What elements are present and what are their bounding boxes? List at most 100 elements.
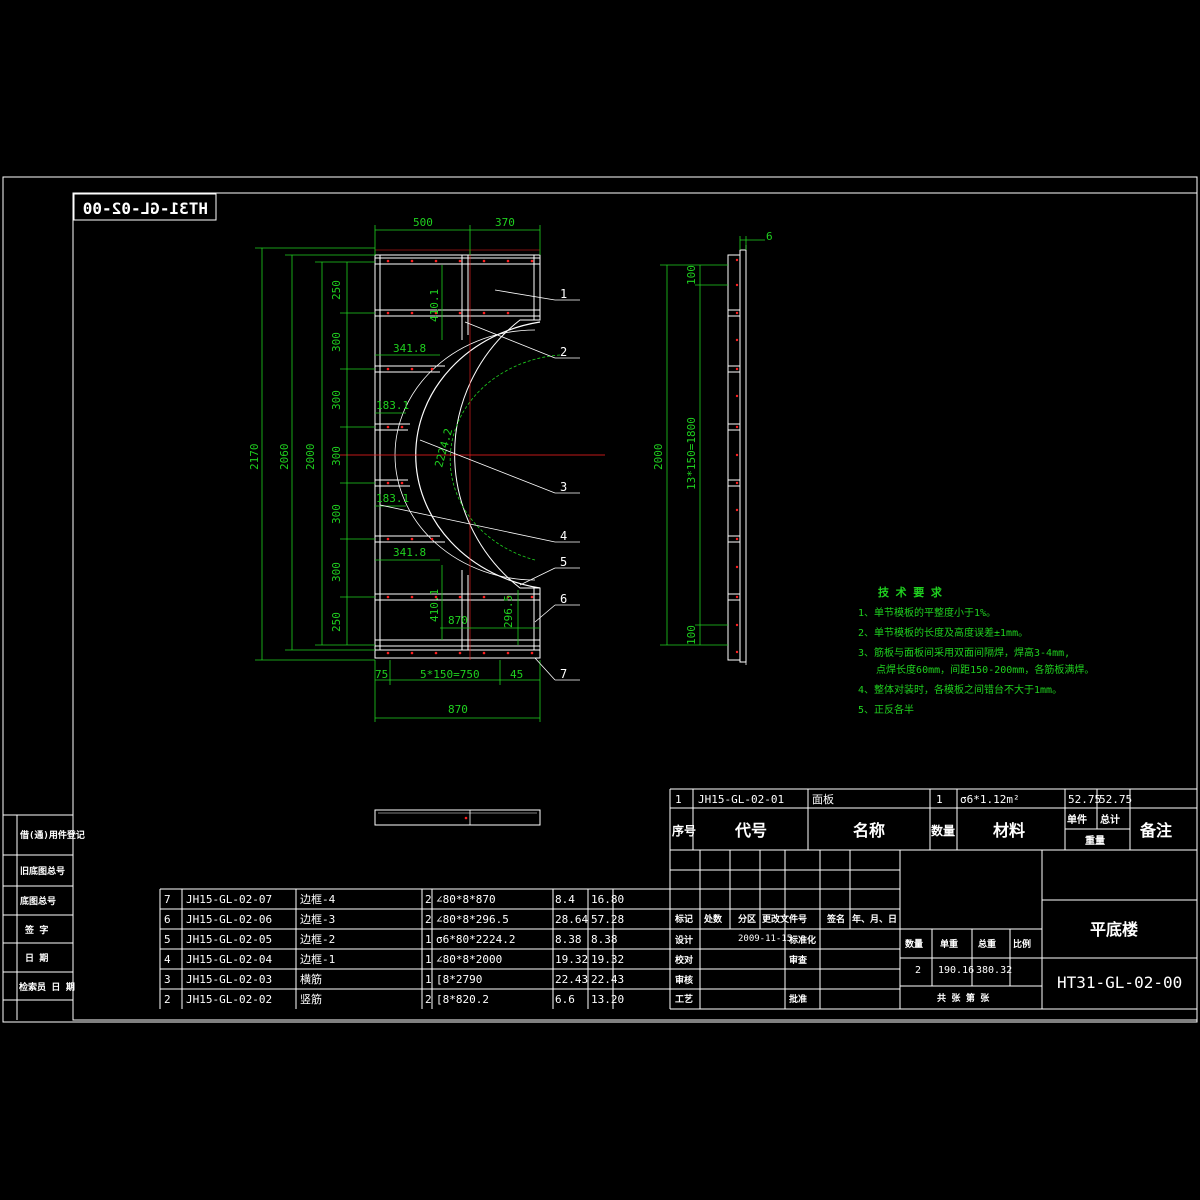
part-name: 横筋 xyxy=(300,972,322,986)
tech-requirements: 技 术 要 求 1、单节模板的平整度小于1%。 2、单节模板的长度及高度误差±1… xyxy=(858,585,1094,716)
part-unit: 8.38 xyxy=(555,933,582,946)
part-no: 2 xyxy=(164,993,171,1006)
dim-left-2170: 2170 xyxy=(248,444,261,471)
part-unit: 6.6 xyxy=(555,993,575,1006)
rev-label-doc: 更改文件号 xyxy=(762,913,807,925)
part-name: 边框-1 xyxy=(300,953,335,966)
part-total: 57.28 xyxy=(591,913,624,926)
part-no: 7 xyxy=(164,893,171,906)
dim-183-bottom: 183.1 xyxy=(376,492,409,505)
side-dim-mid: 13*150=1800 xyxy=(685,417,698,490)
part-material: [8*820.2 xyxy=(436,993,489,1006)
hdr-code: 代号 xyxy=(734,821,767,840)
part-unit: 8.4 xyxy=(555,893,575,906)
design-date: 2009-11-15 xyxy=(738,934,792,944)
sheet-label: 共 张 第 张 xyxy=(937,992,990,1004)
tech-title: 技 术 要 求 xyxy=(878,585,943,599)
side-view: 6 100 13*150=1800 100 2000 xyxy=(652,230,773,665)
dim-spacing-5: 300 xyxy=(330,504,343,524)
side-dim-top: 100 xyxy=(685,265,698,285)
part-material: [8*2790 xyxy=(436,973,482,986)
part-qty: 1 xyxy=(425,953,432,966)
left-strip-4: 签 字 xyxy=(24,924,48,936)
drawing-number: HT31-GL-02-00 xyxy=(1057,973,1182,992)
dim-spacing-6: 300 xyxy=(330,562,343,582)
left-strip-6: 检索员 日 期 xyxy=(19,981,75,993)
part-total: 19.32 xyxy=(591,953,624,966)
balloon-2: 2 xyxy=(560,345,567,359)
process-label: 工艺 xyxy=(675,993,693,1005)
review-label: 审查 xyxy=(789,954,808,966)
dim-296: 296.5 xyxy=(502,595,515,628)
part-name: 竖筋 xyxy=(300,992,322,1006)
part-unit: 28.64 xyxy=(555,913,588,926)
cad-drawing: HT31-GL-02-00 500 370 2170 2060 2000 250… xyxy=(2,176,1198,1023)
hdr-remark: 备注 xyxy=(1139,821,1172,840)
front-view: 500 370 2170 2060 2000 250 300 300 300 3… xyxy=(248,216,605,722)
balloon-3: 3 xyxy=(560,480,567,494)
mirrored-drawing-number: HT31-GL-02-00 xyxy=(83,199,208,218)
balloon-6: 6 xyxy=(560,592,567,606)
qty-label: 数量 xyxy=(905,938,923,950)
dim-bottom-750: 5*150=750 xyxy=(420,668,480,681)
part-no: 4 xyxy=(164,953,171,966)
left-strip-5: 日 期 xyxy=(25,952,48,964)
bottom-strip xyxy=(374,649,541,659)
row1-material: σ6*1.12m² xyxy=(960,793,1020,806)
part-no: 6 xyxy=(164,913,171,926)
side-thickness: 6 xyxy=(766,230,773,243)
part-material: ∠80*8*296.5 xyxy=(436,913,509,926)
design-label: 设计 xyxy=(675,934,693,946)
dim-341-bottom: 341.8 xyxy=(393,546,426,559)
part-total: 22.43 xyxy=(591,973,624,986)
dim-410-bottom: 410.1 xyxy=(428,589,441,622)
part-qty: 2 xyxy=(425,893,432,906)
approve-label: 批准 xyxy=(789,993,807,1005)
row1-name: 面板 xyxy=(812,792,834,806)
total-weight-label: 总重 xyxy=(978,938,996,950)
dim-341-top: 341.8 xyxy=(393,342,426,355)
plate-outline xyxy=(374,254,541,651)
hdr-unit: 单件 xyxy=(1067,813,1087,826)
dim-bottom-45: 45 xyxy=(510,668,523,681)
rev-label-date: 年、月、日 xyxy=(852,913,897,925)
dim-spacing-4: 300 xyxy=(330,446,343,466)
unit-weight-value: 190.16 xyxy=(938,965,974,976)
hdr-total: 总计 xyxy=(1100,813,1120,826)
part-total: 13.20 xyxy=(591,993,624,1006)
tech-item-4: 点焊长度60mm，间距150-200mm，各筋板满焊。 xyxy=(858,663,1094,676)
part-code: JH15-GL-02-07 xyxy=(186,893,272,906)
part-code: JH15-GL-02-02 xyxy=(186,993,272,1006)
balloon-1: 1 xyxy=(560,287,567,301)
side-dim-total: 2000 xyxy=(652,444,665,471)
row1-total: 52.75 xyxy=(1099,793,1132,806)
part-material: ∠80*8*870 xyxy=(436,893,496,906)
tech-item-3: 3、筋板与面板间采用双面间隔焊，焊高3-4mm, xyxy=(858,646,1070,659)
part-total: 8.38 xyxy=(591,933,618,946)
dim-spacing-3: 300 xyxy=(330,390,343,410)
hdr-no: 序号 xyxy=(672,823,696,838)
part-code: JH15-GL-02-04 xyxy=(186,953,272,966)
audit-label: 审核 xyxy=(675,974,693,986)
part-total: 16.80 xyxy=(591,893,624,906)
qty-value: 2 xyxy=(915,965,921,976)
part-material: ∠80*8*2000 xyxy=(436,953,502,966)
row1-unit: 52.75 xyxy=(1068,793,1101,806)
part-unit: 22.43 xyxy=(555,973,588,986)
tech-item-1: 1、单节模板的平整度小于1%。 xyxy=(858,606,996,619)
side-dim-bottom: 100 xyxy=(685,625,698,645)
dim-870-inner: 870 xyxy=(448,614,468,627)
row1-qty: 1 xyxy=(936,793,943,806)
row1-no: 1 xyxy=(675,793,682,806)
unit-weight-label: 单重 xyxy=(940,938,958,950)
part-code: JH15-GL-02-03 xyxy=(186,973,272,986)
rev-label-mark: 标记 xyxy=(674,913,693,925)
arc-dim-line xyxy=(449,354,561,561)
parts-list-grid xyxy=(159,888,670,1009)
part-qty: 1 xyxy=(425,973,432,986)
dim-top-500: 500 xyxy=(413,216,433,229)
dim-left-2000: 2000 xyxy=(304,444,317,471)
rev-label-sign: 签名 xyxy=(826,913,845,925)
plan-view xyxy=(374,809,541,826)
part-code: JH15-GL-02-05 xyxy=(186,933,272,946)
